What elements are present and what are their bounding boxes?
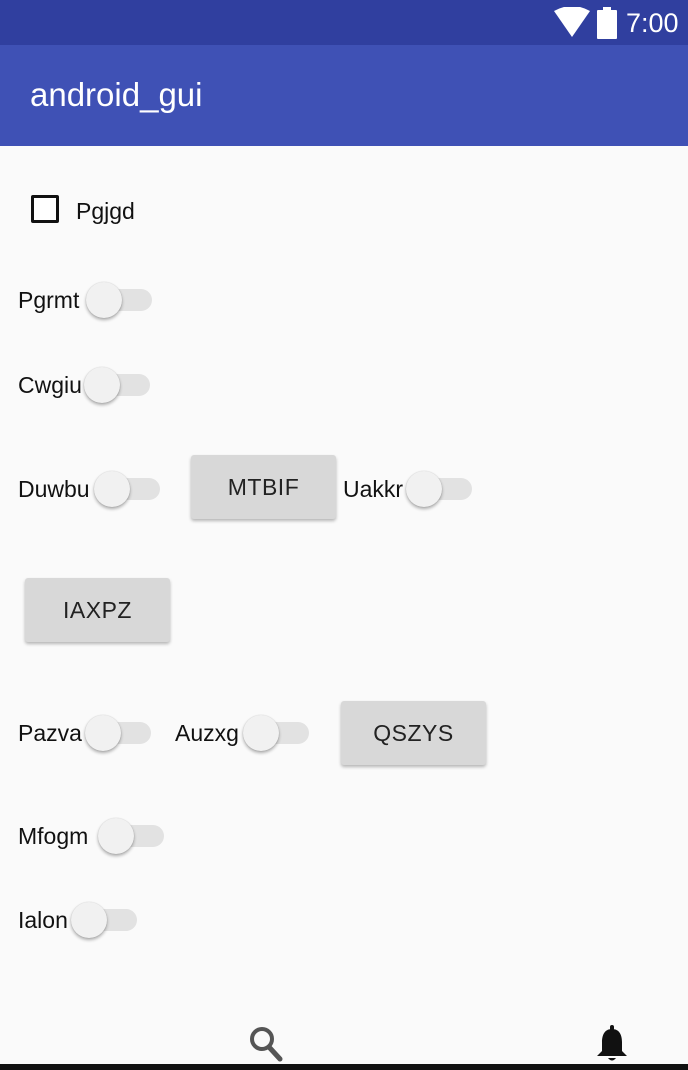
switch-pazva[interactable] <box>85 713 151 753</box>
wifi-icon <box>554 7 590 37</box>
app-bar: android_gui <box>0 45 688 146</box>
checkbox-label[interactable]: Pgjgd <box>76 196 135 226</box>
bottom-edge <box>0 1064 688 1070</box>
status-time: 7:00 <box>626 8 679 38</box>
switch-auzxg[interactable] <box>243 713 309 753</box>
search-icon[interactable] <box>249 1026 283 1062</box>
switch-ialon[interactable] <box>71 900 137 940</box>
switch-label-pgrmt: Pgrmt <box>18 287 80 313</box>
switch-pgrmt[interactable] <box>86 280 152 320</box>
switch-uakkr[interactable] <box>406 469 472 509</box>
switch-thumb <box>84 367 120 403</box>
status-bar: 7:00 <box>0 0 688 45</box>
switch-thumb <box>94 471 130 507</box>
switch-thumb <box>406 471 442 507</box>
switch-cwgiu[interactable] <box>84 365 150 405</box>
switch-mfogm[interactable] <box>98 816 164 856</box>
switch-thumb <box>85 715 121 751</box>
switch-thumb <box>86 282 122 318</box>
switch-thumb <box>98 818 134 854</box>
switch-label-duwbu: Duwbu <box>18 476 90 502</box>
switch-label-ialon: Ialon <box>18 907 68 933</box>
bell-icon[interactable] <box>596 1025 628 1063</box>
checkbox-pgjgd[interactable] <box>31 195 59 223</box>
switch-label-pazva: Pazva <box>18 720 82 746</box>
switch-thumb <box>243 715 279 751</box>
qszys-button[interactable]: QSZYS <box>341 701 486 765</box>
switch-thumb <box>71 902 107 938</box>
switch-duwbu[interactable] <box>94 469 160 509</box>
switch-label-cwgiu: Cwgiu <box>18 372 82 398</box>
app-title: android_gui <box>30 76 203 113</box>
switch-label-uakkr: Uakkr <box>343 476 404 502</box>
mtbif-button[interactable]: MTBIF <box>191 455 336 519</box>
battery-icon <box>597 7 617 39</box>
iaxpz-button[interactable]: IAXPZ <box>25 578 170 642</box>
switch-label-auzxg: Auzxg <box>175 720 239 746</box>
switch-label-mfogm: Mfogm <box>18 823 89 849</box>
